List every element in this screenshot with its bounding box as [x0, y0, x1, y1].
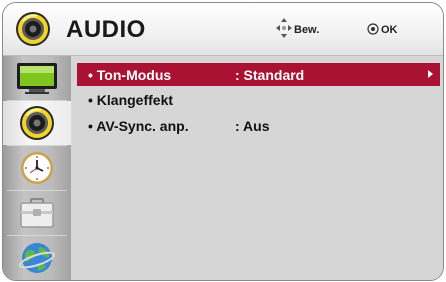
- menu-item-av-sync[interactable]: • AV-Sync. anp. : Aus: [77, 114, 440, 137]
- page-title: AUDIO: [66, 16, 146, 43]
- menu-item-value: : Aus: [235, 117, 270, 134]
- speaker-icon: [20, 106, 54, 140]
- sidebar-item-picture[interactable]: [3, 56, 71, 100]
- ok-button-icon: [367, 23, 379, 35]
- sidebar-item-network[interactable]: [3, 236, 71, 280]
- sidebar-item-audio[interactable]: [3, 101, 71, 145]
- speaker-icon: [16, 12, 50, 46]
- audio-settings-list: • Ton-Modus : Standard • Klangeffekt • A…: [72, 56, 443, 280]
- menu-item-value: : Standard: [235, 66, 305, 83]
- ok-hint-label: OK: [381, 24, 398, 36]
- navigation-arrows-icon: [276, 18, 292, 38]
- tv-icon: [17, 63, 57, 94]
- globe-icon: [18, 243, 56, 273]
- sidebar-item-time[interactable]: [3, 146, 71, 190]
- menu-item-label: • Ton-Modus: [88, 66, 172, 83]
- move-hint-label: Bew.: [294, 24, 320, 36]
- clock-icon: [21, 152, 53, 184]
- menu-item-label: • Klangeffekt: [88, 91, 174, 108]
- menu-item-sound-mode[interactable]: • Ton-Modus : Standard: [77, 63, 440, 86]
- sidebar-item-option[interactable]: [3, 191, 71, 235]
- chevron-right-icon: [428, 70, 433, 78]
- menu-item-label: • AV-Sync. anp.: [88, 117, 189, 134]
- audio-menu-window: AUDIO Bew. OK • Ton-Modus: Standard • K…: [2, 2, 444, 281]
- menu-item-sound-effect[interactable]: • Klangeffekt: [77, 88, 440, 111]
- category-sidebar: [3, 56, 71, 280]
- toolbox-icon: [20, 198, 54, 228]
- menu-header: AUDIO Bew. OK: [3, 3, 443, 56]
